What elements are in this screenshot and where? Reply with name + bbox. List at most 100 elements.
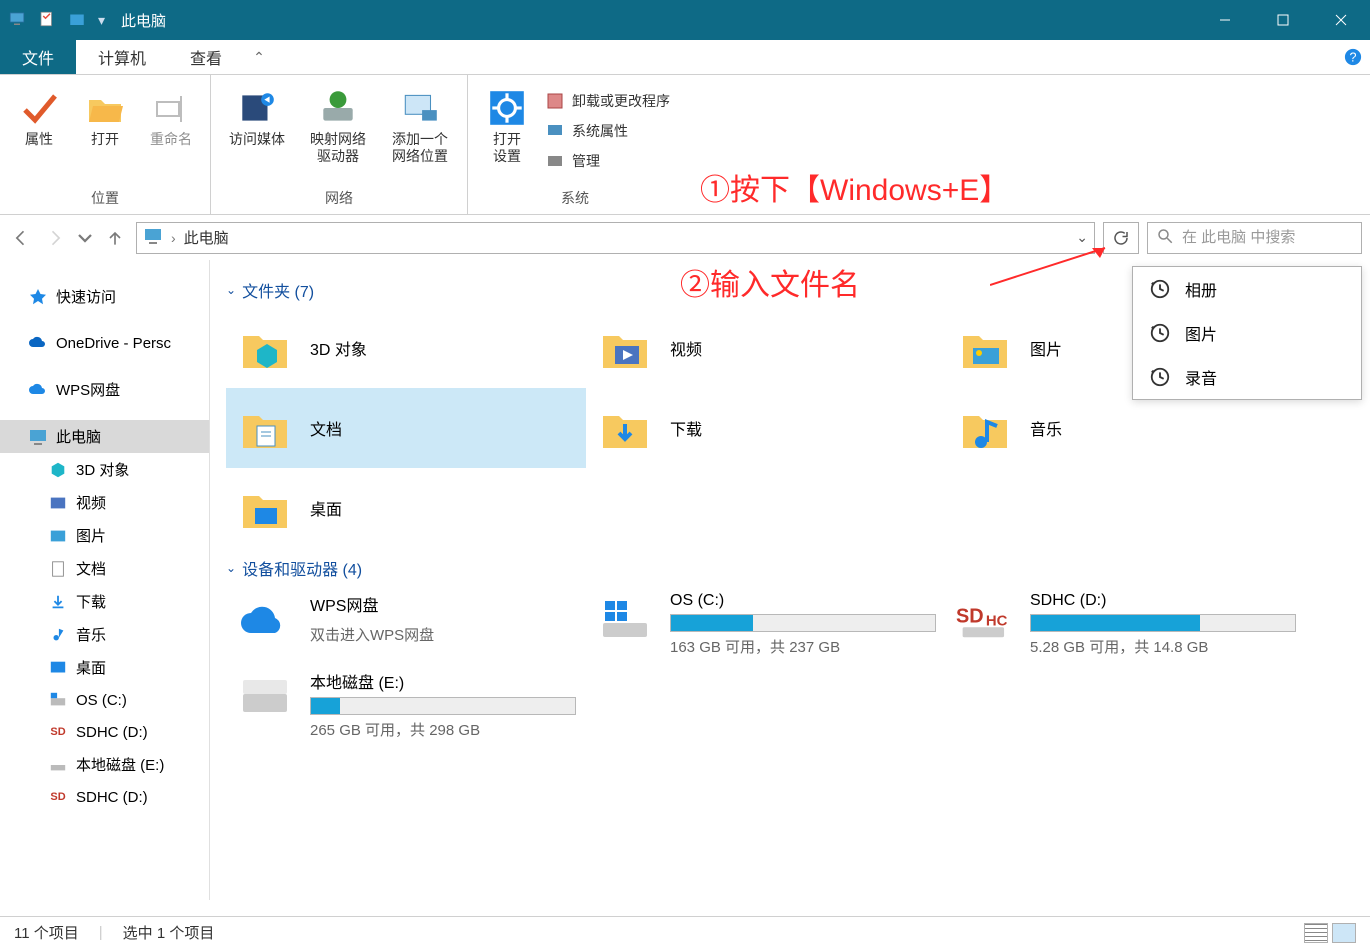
tab-view[interactable]: 查看 (168, 40, 244, 74)
access-media-button[interactable]: 访问媒体 (219, 85, 295, 150)
address-bar[interactable]: › 此电脑 ⌄ (136, 222, 1095, 254)
search-icon (1156, 227, 1174, 248)
minimize-button[interactable] (1196, 0, 1254, 40)
window-title: 此电脑 (121, 10, 166, 31)
tree-item[interactable]: SDSDHC (D:) (0, 781, 209, 813)
tree-item[interactable]: 图片 (0, 519, 209, 552)
drive-item[interactable]: WPS网盘 双击进入WPS网盘 (226, 586, 586, 663)
folder-icon (236, 399, 294, 457)
group-header-drives[interactable]: ⌄设备和驱动器 (4) (226, 556, 1354, 580)
refresh-button[interactable] (1103, 222, 1139, 254)
manage-button[interactable]: 管理 (542, 149, 674, 173)
collapse-ribbon-icon[interactable]: ⌃ (244, 40, 274, 74)
cube-icon (48, 460, 68, 480)
add-location-button[interactable]: 添加一个 网络位置 (381, 85, 459, 167)
desktop-icon (48, 658, 68, 678)
folder-icon (236, 479, 294, 537)
tree-wps[interactable]: WPS网盘 (0, 373, 209, 406)
folder-music[interactable]: 音乐 (946, 388, 1306, 468)
drive-name: 本地磁盘 (E:) (310, 669, 576, 697)
address-dropdown-icon[interactable]: ⌄ (1076, 229, 1088, 246)
qat-dropdown-icon[interactable]: ▾ (98, 12, 105, 29)
tree-item[interactable]: 音乐 (0, 618, 209, 651)
tree-item[interactable]: 视频 (0, 486, 209, 519)
qat-properties-icon[interactable] (38, 10, 56, 31)
open-settings-button[interactable]: 打开 设置 (476, 85, 538, 167)
help-icon[interactable]: ? (1336, 40, 1370, 74)
up-button[interactable] (102, 225, 128, 251)
tree-item[interactable]: 本地磁盘 (E:) (0, 748, 209, 781)
qat-folder-icon[interactable] (68, 10, 86, 31)
quick-access-toolbar: ▾ (0, 10, 105, 31)
recent-locations-button[interactable] (76, 225, 94, 251)
suggestion-item[interactable]: 录音 (1133, 355, 1361, 399)
map-drive-button[interactable]: 映射网络 驱动器 (299, 85, 377, 167)
properties-button[interactable]: 属性 (8, 85, 70, 150)
picture-icon (48, 526, 68, 546)
tab-file[interactable]: 文件 (0, 40, 76, 74)
sd-icon: SD (48, 787, 68, 807)
search-box[interactable] (1147, 222, 1362, 254)
map-drive-icon (317, 87, 359, 129)
drive-item[interactable]: OS (C:) 163 GB 可用，共 237 GB (586, 586, 946, 663)
breadcrumb-sep: › (171, 230, 176, 246)
folder-videos[interactable]: 视频 (586, 308, 946, 388)
drives-grid: WPS网盘 双击进入WPS网盘 OS (C:) 163 GB 可用，共 237 … (226, 586, 1354, 746)
suggestion-item[interactable]: 图片 (1133, 311, 1361, 355)
suggestion-item[interactable]: 相册 (1133, 267, 1361, 311)
tree-quick-access[interactable]: 快速访问 (0, 280, 209, 313)
tree-this-pc[interactable]: 此电脑 (0, 420, 209, 453)
rename-button[interactable]: 重命名 (140, 85, 202, 150)
breadcrumb[interactable]: 此电脑 (184, 227, 229, 248)
status-item-count: 11 个项目 (14, 922, 79, 943)
tree-item[interactable]: SDSDHC (D:) (0, 716, 209, 748)
ribbon-group-network: 访问媒体 映射网络 驱动器 添加一个 网络位置 网络 (211, 75, 468, 214)
drive-icon (48, 755, 68, 775)
tab-computer[interactable]: 计算机 (76, 40, 168, 74)
search-suggestions: 相册 图片 录音 (1132, 266, 1362, 400)
download-icon (48, 592, 68, 612)
drive-item[interactable]: SDHC SDHC (D:) 5.28 GB 可用，共 14.8 GB (946, 586, 1306, 663)
uninstall-button[interactable]: 卸载或更改程序 (542, 89, 674, 113)
checkmark-icon (18, 87, 60, 129)
view-details-button[interactable] (1304, 923, 1328, 943)
document-icon (48, 559, 68, 579)
maximize-button[interactable] (1254, 0, 1312, 40)
gear-icon (486, 87, 528, 129)
folder-downloads[interactable]: 下载 (586, 388, 946, 468)
cloud-icon (28, 333, 48, 353)
folder-open-icon (84, 87, 126, 129)
svg-text:SD: SD (956, 605, 984, 627)
tree-item[interactable]: 下载 (0, 585, 209, 618)
monitor-icon (546, 122, 564, 140)
tree-item[interactable]: OS (C:) (0, 684, 209, 716)
drive-item[interactable]: 本地磁盘 (E:) 265 GB 可用，共 298 GB (226, 663, 586, 746)
tree-item[interactable]: 桌面 (0, 651, 209, 684)
drive-icon (48, 690, 68, 710)
open-button[interactable]: 打开 (74, 85, 136, 150)
navigation-row: › 此电脑 ⌄ (0, 215, 1370, 260)
sd-icon: SD (48, 722, 68, 742)
close-button[interactable] (1312, 0, 1370, 40)
folder-documents[interactable]: 文档 (226, 388, 586, 468)
view-icons-button[interactable] (1332, 923, 1356, 943)
folder-3d-objects[interactable]: 3D 对象 (226, 308, 586, 388)
drive-sub: 163 GB 可用，共 237 GB (670, 632, 936, 657)
tree-onedrive[interactable]: OneDrive - Persc (0, 327, 209, 359)
svg-text:?: ? (1349, 51, 1356, 65)
search-input[interactable] (1182, 229, 1353, 246)
forward-button[interactable] (42, 225, 68, 251)
folder-icon (236, 319, 294, 377)
folder-desktop[interactable]: 桌面 (226, 468, 586, 548)
tree-item[interactable]: 3D 对象 (0, 453, 209, 486)
back-button[interactable] (8, 225, 34, 251)
tree-item[interactable]: 文档 (0, 552, 209, 585)
computer-icon (8, 10, 26, 31)
drive-icon (596, 592, 654, 642)
svg-text:HC: HC (986, 614, 1008, 630)
drive-icon: SDHC (956, 592, 1014, 642)
ribbon-group-location: 属性 打开 重命名 位置 (0, 75, 211, 214)
star-icon (28, 287, 48, 307)
system-properties-button[interactable]: 系统属性 (542, 119, 674, 143)
folder-icon (956, 319, 1014, 377)
